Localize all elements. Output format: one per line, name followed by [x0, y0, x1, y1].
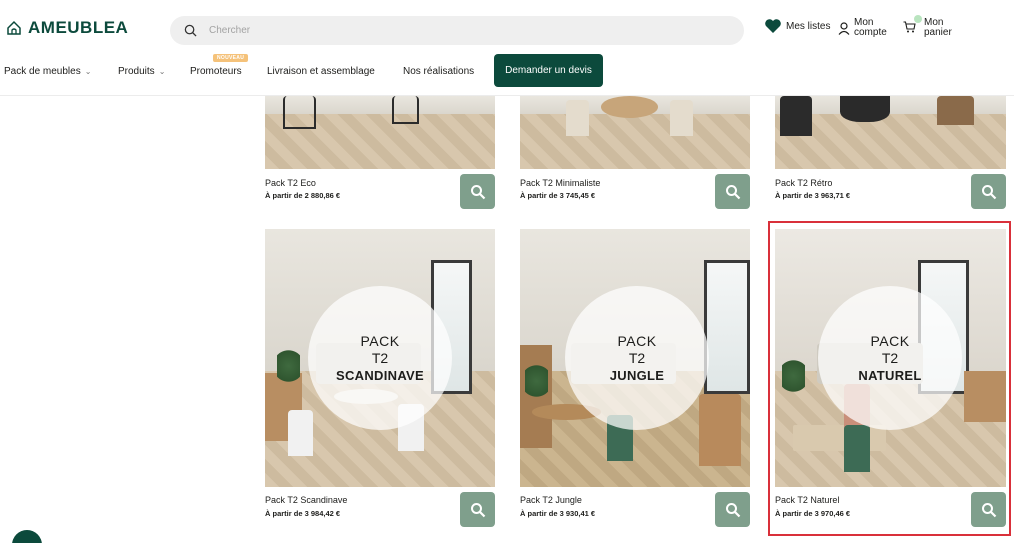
product-price: À partir de 3 930,41 € — [520, 509, 596, 518]
product-price: À partir de 3 963,71 € — [775, 191, 851, 200]
nav-realisations[interactable]: Nos réalisations — [403, 66, 474, 77]
search-bar[interactable] — [170, 16, 744, 45]
product-card[interactable]: PACK T2 SCANDINAVE Pack T2 Scandinave À … — [265, 229, 495, 529]
heart-icon — [765, 19, 781, 33]
product-name[interactable]: Pack T2 Naturel — [775, 495, 839, 505]
overlay-line2: T2 — [881, 349, 899, 366]
magnifier-icon — [981, 184, 996, 199]
product-image[interactable]: PACK T2 SCANDINAVE — [265, 229, 495, 487]
overlay-line3: NATUREL — [858, 367, 922, 383]
zoom-button[interactable] — [460, 492, 495, 527]
product-image[interactable] — [265, 96, 495, 169]
search-input[interactable] — [209, 25, 709, 36]
house-icon — [7, 20, 21, 35]
pack-overlay: PACK T2 NATUREL — [818, 286, 962, 430]
my-cart-link[interactable]: Mon panier — [903, 14, 952, 38]
product-image[interactable] — [520, 96, 750, 169]
product-card[interactable]: Pack T2 Eco À partir de 2 880,86 € — [265, 96, 495, 216]
pack-overlay: PACK T2 SCANDINAVE — [308, 286, 452, 430]
new-badge: NOUVEAU — [213, 54, 249, 62]
overlay-line1: PACK — [360, 332, 400, 349]
nav-realisations-label: Nos réalisations — [403, 66, 475, 77]
product-image[interactable] — [775, 96, 1006, 169]
magnifier-icon — [470, 184, 485, 199]
chat-widget-button[interactable] — [12, 530, 42, 543]
overlay-line2: T2 — [628, 349, 646, 366]
product-name[interactable]: Pack T2 Scandinave — [265, 495, 347, 505]
nav-livraison[interactable]: Livraison et assemblage — [267, 66, 375, 77]
product-price: À partir de 2 880,86 € — [265, 191, 341, 200]
product-image[interactable]: PACK T2 JUNGLE — [520, 229, 750, 487]
my-lists-link[interactable]: Mes listes — [764, 18, 830, 34]
nav-produits[interactable]: Produits ⌄ — [118, 66, 165, 77]
product-name[interactable]: Pack T2 Eco — [265, 178, 316, 188]
product-name[interactable]: Pack T2 Rétro — [775, 178, 832, 188]
magnifier-icon — [725, 184, 740, 199]
chevron-down-icon: ⌄ — [84, 67, 92, 76]
pack-overlay: PACK T2 JUNGLE — [565, 286, 709, 430]
my-lists-label: Mes listes — [786, 20, 831, 32]
cart-icon — [903, 20, 916, 32]
nav-pack-de-meubles[interactable]: Pack de meubles ⌄ — [4, 66, 91, 77]
user-icon — [838, 21, 850, 35]
overlay-line3: SCANDINAVE — [336, 367, 424, 383]
zoom-button[interactable] — [971, 492, 1006, 527]
overlay-line3: JUNGLE — [609, 367, 665, 383]
zoom-button[interactable] — [460, 174, 495, 209]
product-image[interactable]: PACK T2 NATUREL — [775, 229, 1006, 487]
product-price: À partir de 3 970,46 € — [775, 509, 851, 518]
brand-logo[interactable]: AMEUBLEA — [6, 18, 128, 38]
nav-pack-de-meubles-label: Pack de meubles — [4, 66, 81, 77]
chevron-down-icon: ⌄ — [158, 67, 166, 76]
zoom-button[interactable] — [715, 174, 750, 209]
magnifier-icon — [470, 502, 485, 517]
nav-promoteurs[interactable]: Promoteurs — [190, 66, 242, 77]
product-card[interactable]: Pack T2 Minimaliste À partir de 3 745,45… — [520, 96, 750, 216]
cart-indicator-dot — [914, 14, 922, 23]
zoom-button[interactable] — [715, 492, 750, 527]
product-price: À partir de 3 745,45 € — [520, 191, 596, 200]
nav-livraison-label: Livraison et assemblage — [267, 66, 375, 77]
product-card[interactable]: Pack T2 Rétro À partir de 3 963,71 € — [775, 96, 1006, 216]
product-name[interactable]: Pack T2 Minimaliste — [520, 178, 600, 188]
brand-name: AMEUBLEA — [28, 18, 129, 37]
product-price: À partir de 3 984,42 € — [265, 509, 341, 518]
site-header: AMEUBLEA Mes listes Mon compte — [0, 0, 1014, 96]
product-card[interactable]: PACK T2 JUNGLE Pack T2 Jungle À partir d… — [520, 229, 750, 529]
cart-label-line2: panier — [924, 27, 952, 38]
my-account-link[interactable]: Mon compte — [838, 18, 887, 38]
overlay-line1: PACK — [617, 332, 657, 349]
account-label-line2: compte — [854, 27, 887, 38]
nav-produits-label: Produits — [118, 66, 155, 77]
zoom-button[interactable] — [971, 174, 1006, 209]
page: AMEUBLEA Mes listes Mon compte — [0, 0, 1014, 543]
overlay-line2: T2 — [371, 349, 389, 366]
magnifier-icon — [725, 502, 740, 517]
search-icon — [184, 24, 197, 37]
product-name[interactable]: Pack T2 Jungle — [520, 495, 582, 505]
request-quote-button[interactable]: Demander un devis — [494, 54, 603, 87]
magnifier-icon — [981, 502, 996, 517]
overlay-line1: PACK — [870, 332, 910, 349]
product-card[interactable]: PACK T2 NATUREL Pack T2 Naturel À partir… — [775, 229, 1006, 529]
nav-promoteurs-label: Promoteurs — [190, 66, 242, 77]
